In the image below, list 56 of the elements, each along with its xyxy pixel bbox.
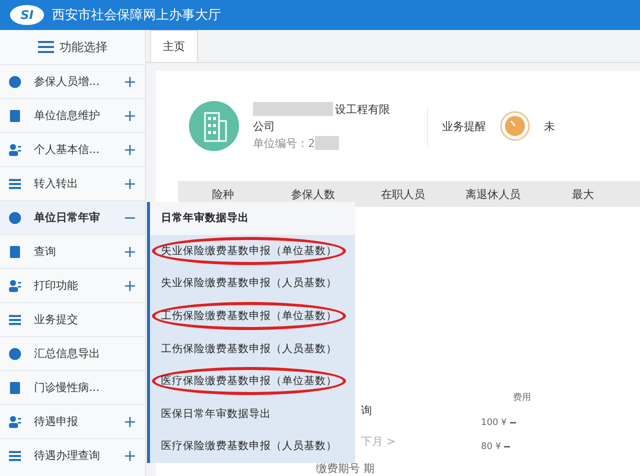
sidebar-item[interactable]: 打印功能 + <box>0 268 145 302</box>
sidebar-item-label: 打印功能 <box>34 278 79 293</box>
expand-toggle[interactable]: + <box>123 106 137 125</box>
logo-icon: SI <box>10 5 44 25</box>
expand-toggle[interactable]: + <box>123 140 137 159</box>
sidebar-item-label: 门诊慢性病... <box>34 380 100 395</box>
expand-toggle[interactable]: + <box>123 242 137 261</box>
chart-title: 费用 <box>513 392 531 404</box>
sidebar-item-label: 参保人员增... <box>34 74 100 89</box>
submenu-item[interactable]: 日常年审数据导出 <box>150 202 355 235</box>
sidebar-item[interactable]: 汇总信息导出 <box>0 336 145 370</box>
sidebar-item[interactable]: 待遇申报 + <box>0 404 145 438</box>
sidebar-item-label: 汇总信息导出 <box>34 346 101 361</box>
axis-tick-label: 100 ¥ <box>481 418 507 428</box>
collapse-toggle[interactable]: − <box>123 208 137 227</box>
sidebar-item-label: 单位日常年审 <box>34 210 101 225</box>
sidebar-item[interactable]: 单位日常年审 − <box>0 200 145 234</box>
sidebar-item[interactable]: 个人基本信... + <box>0 132 145 166</box>
column-header: 参保人数 <box>290 186 336 202</box>
sidebar-item-label: 单位信息维护 <box>34 108 101 123</box>
column-header: 离退休人员 <box>464 186 522 202</box>
submenu-item[interactable]: 医保日常年审数据导出 <box>150 398 355 430</box>
sidebar-title: 功能选择 <box>60 38 108 56</box>
sidebar-item-label: 查询 <box>34 244 57 259</box>
sidebar-item-label: 业务提交 <box>34 312 79 327</box>
expand-toggle[interactable]: + <box>123 412 137 431</box>
column-header: 险种 <box>211 186 235 202</box>
sidebar-item[interactable]: 参保人员增... + <box>0 64 145 98</box>
sidebar-item[interactable]: 业务提交 <box>0 302 145 336</box>
axis-tick-label: 80 ¥ <box>481 442 502 452</box>
unit-number: 单位编号：2 <box>253 136 315 152</box>
sidebar-item-label: 个人基本信... <box>34 142 100 157</box>
expand-toggle[interactable]: + <box>123 276 137 295</box>
sidebar-item-label: 转入转出 <box>34 176 79 191</box>
sidebar-item[interactable]: 查询 + <box>0 234 145 268</box>
sidebar-item-label: 待遇申报 <box>34 414 79 429</box>
company-name: 设工程有限 <box>335 102 390 118</box>
sidebar-item-label: 待遇办理查询 <box>34 448 101 463</box>
expand-toggle[interactable]: + <box>123 72 137 91</box>
reminder-status: 未 <box>544 118 555 134</box>
column-header: 在职人员 <box>380 186 426 202</box>
tab[interactable]: 主页 <box>150 30 198 62</box>
expand-toggle[interactable]: + <box>123 174 137 193</box>
period-label: 缴费期号 期 <box>316 461 374 476</box>
column-header: 最大 <box>571 186 595 202</box>
site-title: 西安市社会保障网上办事大厅 <box>52 7 221 24</box>
sidebar-item[interactable]: 待遇办理查询 + <box>0 438 145 472</box>
sidebar-item[interactable]: 单位信息维护 + <box>0 98 145 132</box>
submenu-item[interactable]: 工伤保险缴费基数申报（人员基数） <box>150 332 355 365</box>
company-name: 公司 <box>253 118 276 134</box>
reminder-label: 业务提醒 <box>442 118 486 134</box>
calendar-title: 询 <box>361 403 372 418</box>
submenu-item[interactable]: 医疗保险缴费基数申报（人员基数） <box>150 430 355 463</box>
submenu-item[interactable]: 失业保险缴费基数申报（人员基数） <box>150 267 355 300</box>
expand-toggle[interactable]: + <box>123 446 137 465</box>
sidebar-item[interactable]: 门诊慢性病... <box>0 370 145 404</box>
